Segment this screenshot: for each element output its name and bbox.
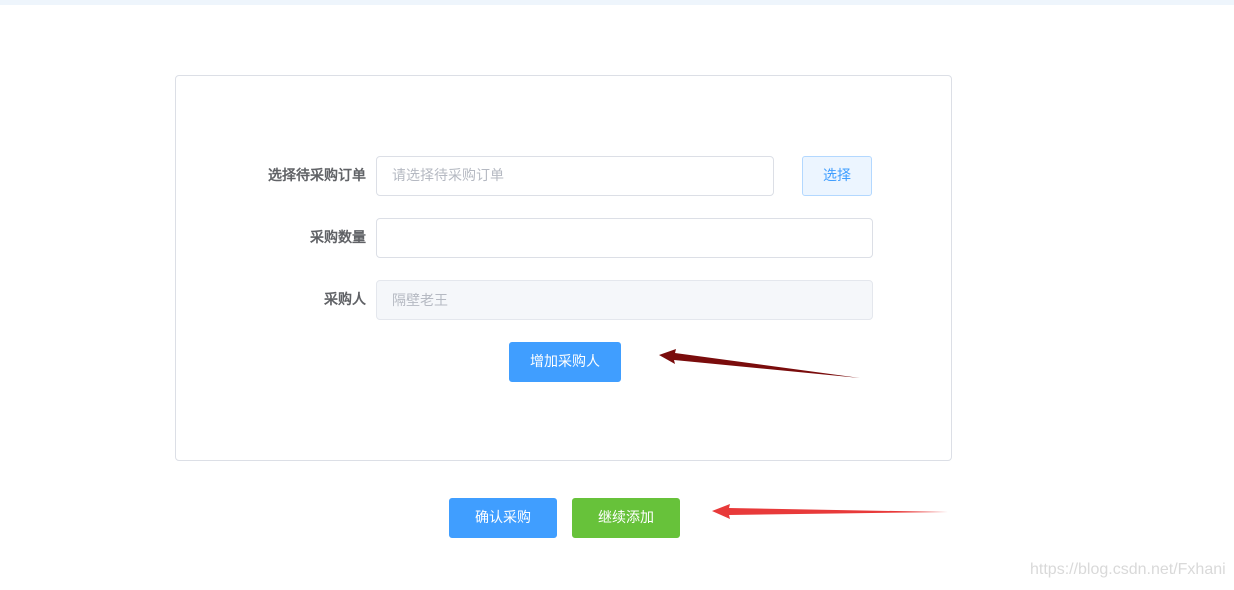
purchaser-label: 采购人: [324, 292, 366, 308]
quantity-input[interactable]: [376, 218, 873, 258]
quantity-label: 采购数量: [310, 230, 366, 246]
select-order-button[interactable]: 选择: [802, 156, 872, 196]
top-strip: [0, 0, 1234, 5]
confirm-purchase-button[interactable]: 确认采购: [449, 498, 557, 538]
order-label: 选择待采购订单: [268, 168, 366, 184]
order-input[interactable]: [376, 156, 774, 196]
add-purchaser-button[interactable]: 增加采购人: [509, 342, 621, 382]
continue-add-button[interactable]: 继续添加: [572, 498, 680, 538]
purchaser-input: [376, 280, 873, 320]
arrow-red-shape: [712, 504, 948, 519]
order-row: 选择待采购订单 选择: [176, 156, 953, 196]
watermark: https://blog.csdn.net/Fxhani: [1030, 561, 1226, 578]
purchase-form-card: 选择待采购订单 选择 采购数量 采购人 增加采购人: [175, 75, 952, 461]
purchaser-row: 采购人: [176, 280, 953, 320]
quantity-row: 采购数量: [176, 218, 953, 258]
